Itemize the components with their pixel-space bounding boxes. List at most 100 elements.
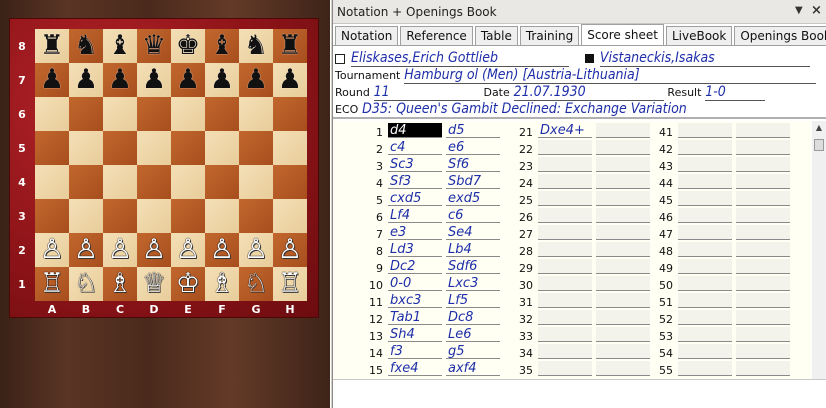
tab-training[interactable]: Training [519,26,580,46]
square-e4[interactable] [171,165,205,199]
white-piece-icon[interactable]: ♙ [244,233,268,267]
black-move-cell[interactable] [596,293,650,308]
black-move-cell[interactable] [736,327,790,342]
white-move-cell[interactable] [538,259,592,274]
black-move-cell[interactable]: c6 [446,208,500,223]
square-d2[interactable]: ♙ [137,233,171,267]
black-move-cell[interactable] [736,344,790,359]
white-move-cell[interactable]: Ld3 [388,242,442,257]
black-piece-icon[interactable]: ♟ [278,63,302,97]
square-b4[interactable] [69,165,103,199]
square-h8[interactable]: ♜ [273,29,307,63]
square-c7[interactable]: ♟ [103,63,137,97]
white-move-cell[interactable] [678,157,732,172]
black-move-cell[interactable]: Sf6 [446,157,500,172]
white-move-cell[interactable] [678,361,732,376]
square-h1[interactable]: ♖ [273,267,307,301]
eco-value[interactable]: D35: Queen's Gambit Declined: Exchange V… [362,101,687,118]
black-move-cell[interactable] [736,242,790,257]
square-d5[interactable] [137,131,171,165]
square-d4[interactable] [137,165,171,199]
square-c1[interactable]: ♗ [103,267,137,301]
black-move-cell[interactable] [596,123,650,138]
white-piece-icon[interactable]: ♘ [244,267,268,301]
square-d6[interactable] [137,97,171,131]
black-piece-icon[interactable]: ♟ [210,63,234,97]
scroll-thumb[interactable] [814,139,824,151]
square-b7[interactable]: ♟ [69,63,103,97]
white-move-cell[interactable] [678,191,732,206]
black-move-cell[interactable] [596,259,650,274]
white-move-cell[interactable]: Dxe4+ [538,123,592,138]
black-piece-icon[interactable]: ♝ [108,29,132,63]
square-b5[interactable] [69,131,103,165]
square-f1[interactable]: ♗ [205,267,239,301]
white-move-cell[interactable]: cxd5 [388,191,442,206]
square-g2[interactable]: ♙ [239,233,273,267]
square-a8[interactable]: ♜ [35,29,69,63]
tab-notation[interactable]: Notation [335,26,399,46]
black-move-cell[interactable] [596,361,650,376]
vertical-scrollbar[interactable]: ▲ [812,121,826,379]
tab-score-sheet[interactable]: Score sheet [581,24,664,46]
white-piece-icon[interactable]: ♙ [40,233,64,267]
square-a7[interactable]: ♟ [35,63,69,97]
black-piece-icon[interactable]: ♟ [40,63,64,97]
black-move-cell[interactable] [736,276,790,291]
white-move-cell[interactable] [538,242,592,257]
white-move-cell[interactable] [538,191,592,206]
white-move-cell[interactable]: c4 [388,140,442,155]
white-move-cell[interactable] [538,293,592,308]
black-piece-icon[interactable]: ♟ [244,63,268,97]
black-move-cell[interactable]: d5 [446,123,500,138]
square-e7[interactable]: ♟ [171,63,205,97]
black-move-cell[interactable]: Lb4 [446,242,500,257]
black-move-cell[interactable] [736,191,790,206]
black-piece-icon[interactable]: ♛ [142,29,166,63]
tab-reference[interactable]: Reference [400,26,473,46]
white-move-cell[interactable] [538,361,592,376]
white-move-cell[interactable] [538,344,592,359]
white-move-cell[interactable] [538,140,592,155]
square-d1[interactable]: ♕ [137,267,171,301]
square-e2[interactable]: ♙ [171,233,205,267]
scroll-up-icon[interactable]: ▲ [812,121,826,135]
black-move-cell[interactable]: exd5 [446,191,500,206]
black-move-cell[interactable] [596,327,650,342]
square-f6[interactable] [205,97,239,131]
square-f3[interactable] [205,199,239,233]
round-value[interactable]: 11 [373,84,480,101]
square-h7[interactable]: ♟ [273,63,307,97]
square-c3[interactable] [103,199,137,233]
black-piece-icon[interactable]: ♞ [74,29,98,63]
black-move-cell[interactable] [596,225,650,240]
black-piece-icon[interactable]: ♜ [40,29,64,63]
white-piece-icon[interactable]: ♖ [40,267,64,301]
black-move-cell[interactable] [596,191,650,206]
white-piece-icon[interactable]: ♙ [176,233,200,267]
white-move-cell[interactable]: Tab1 [388,310,442,325]
black-move-cell[interactable] [596,310,650,325]
black-piece-icon[interactable]: ♟ [142,63,166,97]
tab-table[interactable]: Table [474,26,518,46]
black-move-cell[interactable]: e6 [446,140,500,155]
black-move-cell[interactable] [596,242,650,257]
square-h6[interactable] [273,97,307,131]
white-move-cell[interactable] [538,225,592,240]
white-move-cell[interactable] [678,259,732,274]
black-move-cell[interactable] [596,344,650,359]
black-move-cell[interactable]: Se4 [446,225,500,240]
close-icon[interactable]: × [811,3,822,18]
white-move-cell[interactable]: Sf3 [388,174,442,189]
black-move-cell[interactable] [596,157,650,172]
black-move-cell[interactable]: Sdf6 [446,259,500,274]
square-f7[interactable]: ♟ [205,63,239,97]
square-e1[interactable]: ♔ [171,267,205,301]
square-g7[interactable]: ♟ [239,63,273,97]
black-move-cell[interactable]: Sbd7 [446,174,500,189]
black-move-cell[interactable] [596,174,650,189]
black-move-cell[interactable] [596,208,650,223]
tournament-value[interactable]: Hamburg ol (Men) [Austria-Lithuania] [404,67,817,84]
black-move-cell[interactable]: Lf5 [446,293,500,308]
tab-openings-book[interactable]: Openings Book [734,26,826,46]
